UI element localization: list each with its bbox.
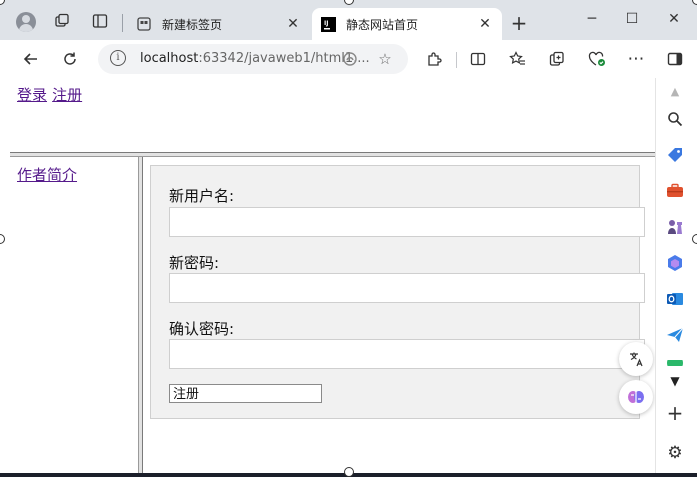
workspaces-icon[interactable] — [50, 10, 74, 32]
send-icon[interactable] — [664, 324, 686, 346]
login-link[interactable]: 登录 — [17, 86, 47, 104]
chevron-down-icon[interactable]: ▼ — [664, 370, 686, 392]
url-host: localhost — [140, 51, 199, 66]
maximize-icon[interactable]: ☐ — [612, 8, 652, 30]
tab-strip: 新建标签页 ✕ IJ 静态网站首页 ✕ + ─ ☐ ✕ — [0, 0, 697, 40]
favorites-icon[interactable] — [504, 46, 530, 72]
confirm-password-label: 确认密码: — [169, 320, 235, 338]
username-label: 新用户名: — [169, 187, 235, 205]
intellij-icon: IJ — [320, 16, 336, 32]
window-close-icon[interactable]: ✕ — [654, 8, 694, 30]
search-icon[interactable] — [664, 108, 686, 130]
register-link[interactable]: 注册 — [52, 86, 82, 104]
register-submit-button[interactable]: 注册 — [169, 384, 322, 403]
register-form: 新用户名: 新密码: 确认密码: 注册 — [150, 165, 645, 419]
outlook-icon[interactable] — [664, 288, 686, 310]
resize-handle[interactable] — [344, 467, 354, 477]
close-icon[interactable]: ✕ — [284, 16, 302, 32]
back-arrow-icon[interactable] — [18, 46, 44, 72]
sidebar-divider — [655, 78, 656, 473]
close-icon[interactable]: ✕ — [476, 16, 494, 32]
tab-title: 新建标签页 — [162, 17, 223, 32]
author-intro-link[interactable]: 作者简介 — [17, 164, 77, 185]
username-field[interactable] — [169, 207, 645, 237]
browser-toolbar: i localhost:63342/javaweb1/html1.... ☆ ⋯ — [0, 40, 697, 78]
favorite-star-icon[interactable]: ☆ — [376, 50, 394, 68]
collections-icon[interactable] — [544, 46, 570, 72]
sidebar-toggle-icon[interactable] — [662, 46, 688, 72]
add-icon[interactable]: + — [664, 401, 686, 425]
main-frame: 新用户名: 新密码: 确认密码: 注册 — [143, 157, 655, 473]
more-options-icon[interactable]: ⋯ — [623, 46, 649, 72]
tab-new-tab[interactable]: 新建标签页 ✕ — [128, 8, 310, 40]
copilot-brain-icon[interactable] — [619, 380, 653, 414]
vertical-tabs-icon[interactable] — [88, 10, 112, 32]
profile-avatar-icon[interactable] — [16, 12, 36, 32]
password-field[interactable] — [169, 273, 645, 303]
tag-icon[interactable] — [664, 144, 686, 166]
edge-sidebar: ▲ ▼ + ⚙ — [655, 78, 697, 473]
top-frame: 登录 注册 — [10, 78, 655, 152]
site-info-icon[interactable]: i — [110, 50, 126, 66]
refresh-icon[interactable] — [57, 46, 83, 72]
settings-gear-icon[interactable]: ⚙ — [664, 442, 686, 464]
browser-essentials-icon[interactable] — [584, 46, 610, 72]
address-bar[interactable]: i localhost:63342/javaweb1/html1.... ☆ — [98, 44, 408, 74]
extensions-icon[interactable] — [421, 46, 447, 72]
translate-icon[interactable] — [619, 342, 653, 376]
copilot-icon[interactable] — [664, 252, 686, 274]
split-screen-icon[interactable] — [465, 46, 491, 72]
browser-window: 新建标签页 ✕ IJ 静态网站首页 ✕ + ─ ☐ ✕ i localhost:… — [0, 0, 697, 473]
svg-text:IJ: IJ — [324, 20, 328, 27]
address-url: localhost:63342/javaweb1/html1.... — [140, 51, 370, 66]
resize-handle[interactable] — [692, 234, 697, 244]
left-frame: 作者简介 — [10, 157, 138, 473]
top-links: 登录 注册 — [17, 84, 82, 105]
confirm-password-field[interactable] — [169, 339, 645, 369]
toolbar-separator — [456, 52, 457, 68]
tab-separator — [122, 14, 123, 32]
password-label: 新密码: — [169, 254, 220, 272]
new-tab-page-icon — [136, 16, 152, 32]
read-aloud-icon[interactable] — [341, 50, 359, 68]
tab-static-home[interactable]: IJ 静态网站首页 ✕ — [312, 8, 502, 40]
tab-title: 静态网站首页 — [346, 17, 419, 32]
toolbox-icon[interactable] — [664, 180, 686, 202]
new-tab-plus-icon[interactable]: + — [508, 12, 530, 34]
page-viewport: 登录 注册 作者简介 新用户名: 新密码: 确认密码: 注册 — [0, 78, 655, 473]
scroll-up-icon[interactable]: ▲ — [664, 80, 686, 102]
games-icon[interactable] — [664, 360, 686, 366]
minimize-icon[interactable]: ─ — [572, 8, 612, 30]
chess-icon[interactable] — [664, 216, 686, 238]
